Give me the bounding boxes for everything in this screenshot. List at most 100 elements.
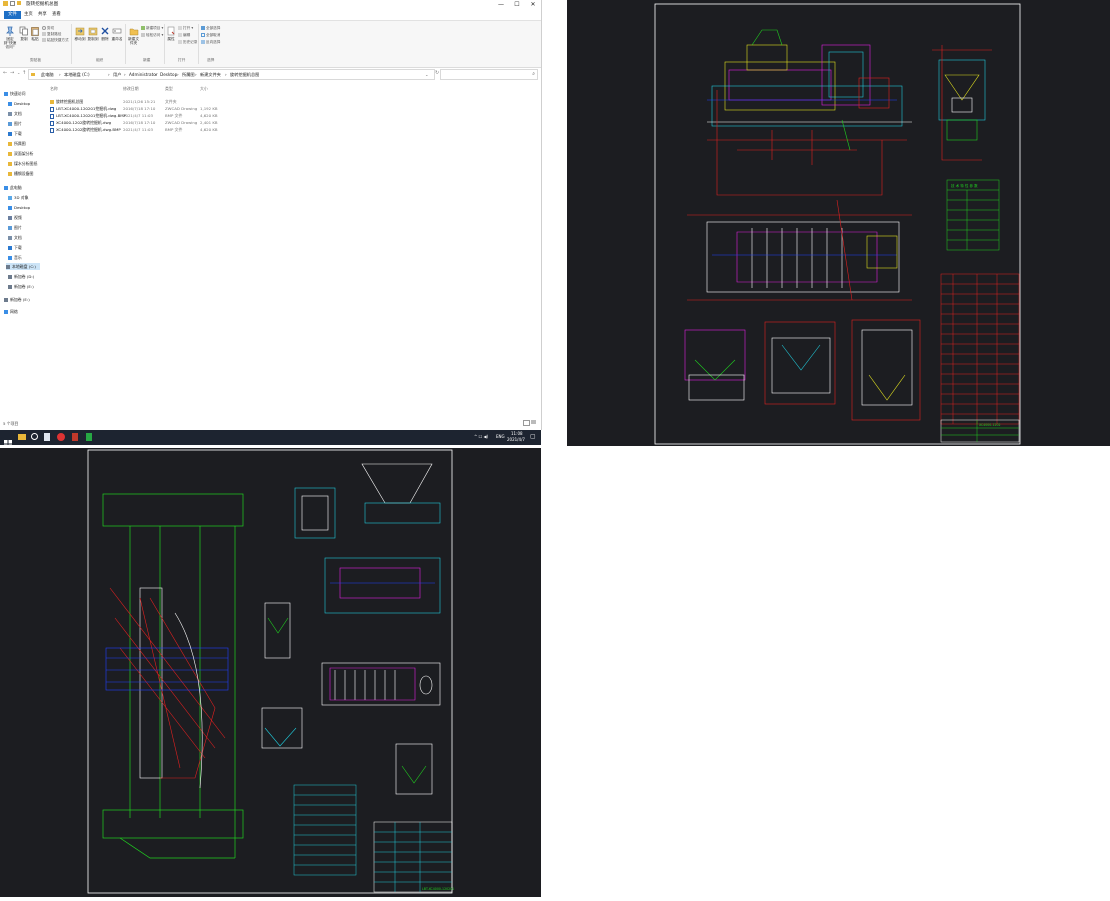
maximize-button[interactable]: ☐ — [510, 0, 524, 9]
copy-path-button[interactable]: 复制路径 — [42, 32, 61, 37]
nav-this-pc[interactable]: 此电脑 — [4, 184, 22, 191]
column-date[interactable]: 修改日期 — [123, 86, 139, 92]
select-all-button[interactable]: 全部选择 — [201, 26, 220, 31]
nav-pc-volume-e[interactable]: 新加卷 (E:) — [8, 283, 34, 290]
select-none-button[interactable]: 全部取消 — [201, 33, 220, 38]
new-folder-button[interactable]: 新建文件夹 — [127, 26, 140, 45]
nav-label: 文档 — [14, 235, 22, 240]
pin-quick-access-button[interactable]: 固定到"快速访问" — [2, 26, 18, 50]
properties-quick-icon[interactable] — [10, 1, 15, 6]
side-elevation-view — [707, 29, 912, 196]
up-arrow-icon[interactable]: ↑ — [22, 70, 26, 76]
nav-item-folder-2[interactable]: 双面架分析 — [8, 150, 33, 157]
table-row[interactable]: 旋转挖掘机总图 2021/1/26 15:21 文件夹 — [48, 98, 223, 105]
new-item-button[interactable]: 新建项目 ▾ — [141, 26, 163, 31]
nav-pc-downloads[interactable]: 下载 — [8, 244, 22, 251]
paste-button[interactable]: 粘贴 — [30, 26, 40, 42]
move-to-button[interactable]: 移动到 — [74, 26, 86, 42]
address-dropdown-icon[interactable]: ⌄ — [425, 72, 429, 77]
easy-access-label: 轻松访问 — [146, 33, 161, 37]
table-row[interactable]: XC4000-1202旋转挖掘机.dwg 2016/7/18 17:10 ZWC… — [48, 119, 223, 126]
cad-taskbar-icon[interactable] — [72, 433, 78, 441]
document-taskbar-icon[interactable] — [44, 433, 50, 441]
tray-icons[interactable]: ^ ☐ ◀) — [474, 434, 488, 439]
address-bar[interactable]: 此电脑 › 本地磁盘 (C:) › 用户 › Administrator › D… — [28, 69, 435, 80]
copy-button[interactable]: 复制 — [19, 26, 29, 42]
spreadsheet-taskbar-icon[interactable] — [86, 433, 92, 441]
nav-item-desktop[interactable]: Desktop — [8, 100, 30, 107]
new-folder-quick-icon[interactable] — [17, 1, 21, 5]
file-explorer-taskbar-icon[interactable] — [18, 434, 26, 440]
table-row[interactable]: XC4000-1202旋转挖掘机.dwg.BMP 2021/4/7 11:03 … — [48, 126, 223, 133]
sheet-border — [654, 3, 1021, 445]
nav-pc-desktop[interactable]: Desktop — [8, 204, 30, 211]
paste-shortcut-button[interactable]: 粘贴快捷方式 — [42, 38, 69, 43]
search-taskbar-icon[interactable] — [31, 433, 38, 440]
notification-icon[interactable]: ▢ — [530, 433, 536, 440]
crumb-users[interactable]: 用户 — [113, 72, 121, 78]
crumb-desktop[interactable]: Desktop — [160, 72, 177, 77]
file-name: LBT-XC4000-120201挖掘机.dwg.BMP — [56, 113, 126, 118]
crumb-this-pc[interactable]: 此电脑 — [41, 72, 54, 78]
nav-network[interactable]: 网络 — [4, 308, 18, 315]
refresh-icon[interactable]: ↻ — [435, 70, 439, 76]
tab-view[interactable]: 查看 — [48, 11, 65, 19]
edit-button[interactable]: 编辑 — [178, 33, 190, 38]
clock-date[interactable]: 2021/4/7 — [507, 437, 525, 442]
new-item-label: 新建项目 — [146, 26, 161, 30]
open-button[interactable]: 打开 ▾ — [178, 26, 193, 31]
crumb-current-folder[interactable]: 旋转挖掘机总图 — [230, 72, 259, 78]
nav-pc-pictures[interactable]: 图片 — [8, 224, 22, 231]
table-row[interactable]: LBT-XC4000-120201挖掘机.dwg.BMP 2021/4/7 11… — [48, 112, 223, 119]
details-view-icon[interactable] — [523, 420, 530, 426]
nav-pc-volume-d[interactable]: 新加卷 (D:) — [8, 273, 34, 280]
back-arrow-icon[interactable]: ← — [3, 70, 7, 76]
nav-pc-3d-objects[interactable]: 3D 对象 — [8, 194, 29, 201]
nav-item-folder-3[interactable]: 煤水分析图纸 — [8, 160, 37, 167]
history-button[interactable]: 历史记录 — [178, 40, 197, 45]
minimize-button[interactable]: — — [494, 0, 508, 9]
large-icons-view-icon[interactable] — [531, 420, 536, 424]
tab-file[interactable]: 文件 — [4, 11, 21, 19]
detail-view-5 — [261, 707, 303, 749]
nav-item-folder-1[interactable]: 所属图 — [8, 140, 26, 147]
close-button[interactable]: ✕ — [526, 0, 540, 9]
recent-locations-icon[interactable]: ⌄ — [17, 70, 20, 75]
search-input[interactable]: ⌕ — [440, 69, 538, 80]
properties-button[interactable]: 属性 — [166, 26, 176, 42]
taskbar: ^ ☐ ◀) ENG 11:08 2021/4/7 ▢ — [0, 430, 541, 448]
column-name[interactable]: 名称 — [50, 86, 58, 92]
copy-to-button[interactable]: 复制到 — [87, 26, 99, 42]
nav-volume-e-root[interactable]: 新加卷 (E:) — [4, 296, 30, 303]
nav-pc-music[interactable]: 音乐 — [8, 254, 22, 261]
nav-pc-documents[interactable]: 文档 — [8, 234, 22, 241]
forward-arrow-icon[interactable]: → — [10, 70, 14, 76]
music-icon — [8, 256, 12, 260]
cut-button[interactable]: 剪切 — [42, 26, 54, 31]
nav-pc-videos[interactable]: 视频 — [8, 214, 22, 221]
nav-item-downloads[interactable]: 下载 — [8, 130, 22, 137]
nav-pc-local-disk-c[interactable]: 本地磁盘 (C:) — [6, 263, 40, 270]
easy-access-button[interactable]: 轻松访问 ▾ — [141, 33, 163, 38]
delete-button[interactable]: 删除 — [100, 26, 110, 42]
nav-item-documents[interactable]: 文档 — [8, 110, 22, 117]
invert-selection-button[interactable]: 反向选择 — [201, 40, 220, 45]
parameters-table-title: 技 术 特 性 参 数 — [951, 183, 978, 188]
column-size[interactable]: 大小 — [200, 86, 208, 92]
input-language[interactable]: ENG — [496, 434, 505, 439]
table-row[interactable]: LBT-XC4000-120201挖掘机.dwg 2016/7/18 17:10… — [48, 105, 223, 112]
crumb-local-disk[interactable]: 本地磁盘 (C:) — [64, 72, 90, 78]
clock-time[interactable]: 11:08 — [511, 431, 523, 436]
rename-button[interactable]: 重命名 — [111, 26, 123, 42]
nav-quick-access[interactable]: 快速访问 — [4, 90, 26, 97]
nav-item-folder-4[interactable]: 槽钢设备图 — [8, 170, 33, 177]
app-taskbar-icon[interactable] — [57, 433, 65, 441]
search-icon: ⌕ — [532, 71, 535, 77]
crumb-administrator[interactable]: Administrator — [129, 72, 158, 77]
column-type[interactable]: 类型 — [165, 86, 173, 92]
nav-item-pictures[interactable]: 图片 — [8, 120, 22, 127]
windows-start-icon[interactable] — [4, 433, 12, 448]
crumb-new-folder[interactable]: 新建文件夹 — [200, 72, 221, 78]
crumb-drawings[interactable]: 所属图 — [182, 72, 195, 78]
status-bar-count: 5 个项目 — [3, 421, 19, 426]
